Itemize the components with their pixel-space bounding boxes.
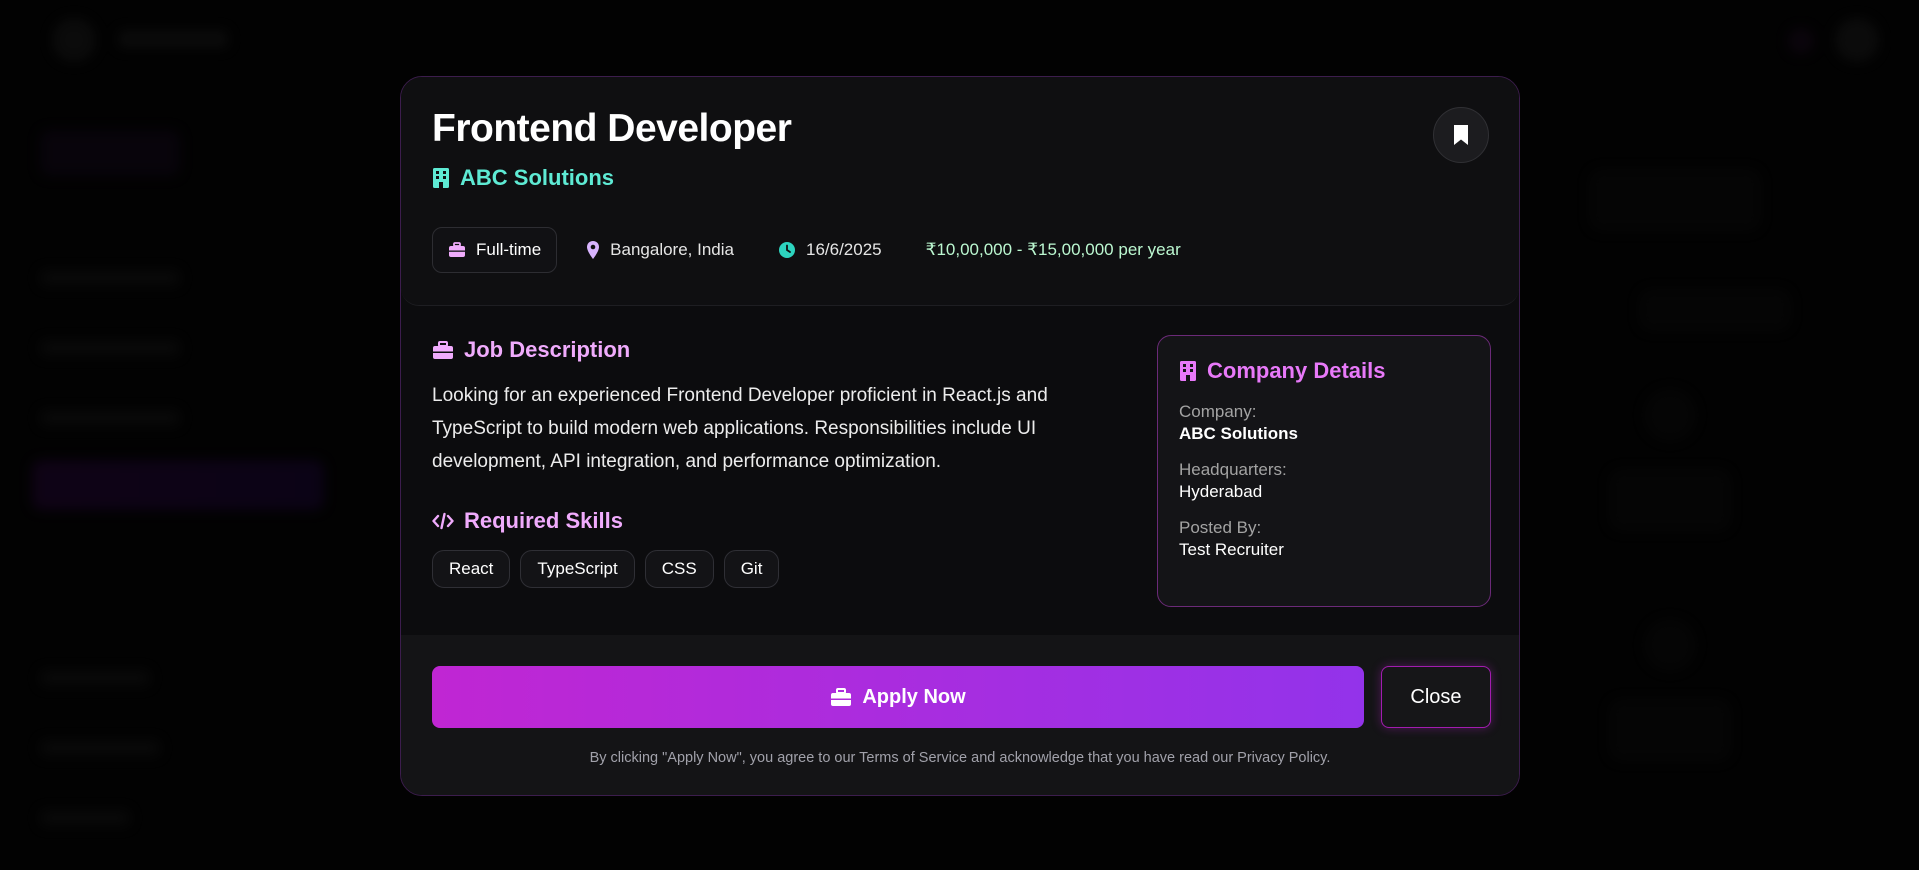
company-details-card: Company Details Company: ABC Solutions H… [1157, 335, 1491, 607]
headquarters-value: Hyderabad [1179, 482, 1263, 501]
bookmark-icon [1452, 123, 1470, 147]
apply-now-button[interactable]: Apply Now [432, 666, 1364, 728]
job-description-section: Job Description Looking for an experienc… [432, 337, 1132, 588]
bookmark-button[interactable] [1433, 107, 1489, 163]
company-value: ABC Solutions [1179, 424, 1298, 443]
company-name-line: ABC Solutions [432, 165, 614, 191]
posted-by-value: Test Recruiter [1179, 540, 1284, 559]
required-skills-title: Required Skills [464, 508, 623, 533]
company-name: ABC Solutions [460, 165, 614, 190]
job-type-label: Full-time [476, 240, 542, 259]
company-details-title: Company Details [1207, 358, 1386, 383]
headquarters-label: Headquarters: [1179, 460, 1287, 479]
briefcase-icon [830, 687, 852, 707]
company-label: Company: [1179, 402, 1257, 421]
modal-footer: Apply Now Close By clicking "Apply Now",… [401, 635, 1519, 795]
skills-list: React TypeScript CSS Git [432, 550, 1132, 588]
job-type-badge: Full-time [432, 227, 558, 273]
posted-by-label: Posted By: [1179, 518, 1262, 537]
skill-tag: CSS [644, 550, 714, 588]
modal-header: Frontend Developer ABC Solutions Full-ti… [401, 77, 1519, 306]
job-location-label: Bangalore, India [610, 240, 734, 259]
posted-date-label: 16/6/2025 [806, 240, 882, 259]
skill-tag: TypeScript [520, 550, 635, 588]
job-details-modal: Frontend Developer ABC Solutions Full-ti… [400, 76, 1520, 796]
briefcase-icon [448, 242, 466, 258]
building-icon [1179, 360, 1197, 382]
job-posted-date: 16/6/2025 [763, 227, 897, 273]
apply-now-label: Apply Now [862, 685, 966, 708]
map-pin-icon [586, 240, 600, 260]
job-meta-row: Full-time Bangalore, India 16/6/2025 ₹10… [432, 227, 1196, 273]
building-icon [432, 167, 450, 189]
job-description-title: Job Description [464, 337, 631, 362]
job-salary: ₹10,00,000 - ₹15,00,000 per year [925, 240, 1181, 259]
clock-icon [778, 241, 796, 259]
close-button[interactable]: Close [1381, 666, 1491, 728]
job-description-text: Looking for an experienced Frontend Deve… [432, 385, 1048, 472]
terms-disclaimer: By clicking "Apply Now", you agree to ou… [589, 750, 1331, 766]
required-skills-heading: Required Skills [432, 508, 1132, 534]
briefcase-icon [432, 340, 454, 360]
code-icon [432, 512, 454, 530]
job-description-heading: Job Description [432, 337, 1132, 363]
job-location: Bangalore, India [571, 227, 749, 273]
company-details-heading: Company Details [1179, 358, 1469, 384]
skill-tag: Git [723, 550, 780, 588]
job-title: Frontend Developer [432, 107, 792, 150]
skill-tag: React [432, 550, 511, 588]
